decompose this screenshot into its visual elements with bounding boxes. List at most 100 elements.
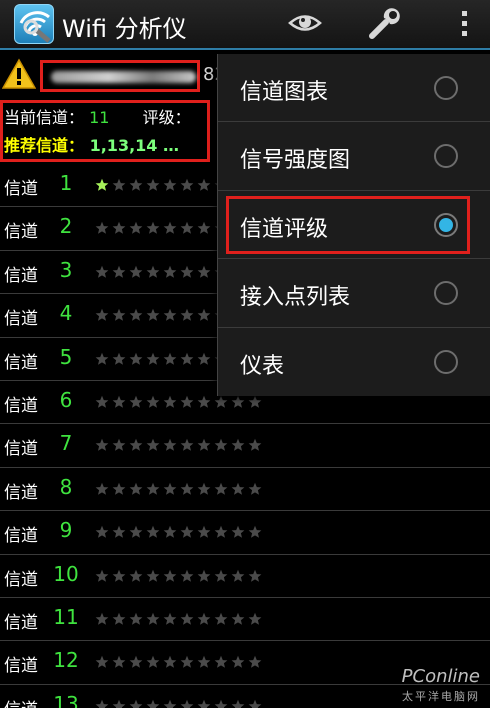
radio-button[interactable]	[434, 349, 458, 374]
star-icon	[163, 264, 177, 278]
channel-number: 10	[53, 561, 79, 586]
wifi-app-icon[interactable]	[14, 4, 54, 44]
current-channel-value: 11	[89, 108, 110, 127]
channel-rating-stars	[95, 524, 265, 540]
star-icon	[95, 264, 109, 278]
star-icon	[146, 437, 160, 452]
channel-rating-stars	[95, 568, 265, 584]
channel-number: 13	[53, 691, 79, 708]
channel-row[interactable]: 信道 11	[0, 598, 490, 642]
star-icon	[112, 568, 126, 582]
radio-button[interactable]	[434, 144, 458, 169]
star-icon	[180, 351, 194, 365]
star-icon	[112, 437, 126, 452]
channel-number: 4	[59, 301, 73, 326]
star-icon	[231, 481, 245, 495]
star-icon	[129, 654, 143, 669]
current-channel-line: 当前信道： 11 评级：	[4, 104, 191, 128]
recommended-label: 推荐信道：	[4, 136, 85, 155]
menu-item[interactable]: 仪表	[218, 328, 490, 396]
star-icon	[163, 220, 177, 235]
star-icon	[129, 698, 143, 708]
star-icon	[248, 394, 262, 408]
overflow-menu-icon	[462, 11, 467, 36]
channel-row[interactable]: 信道 9	[0, 511, 490, 555]
star-icon	[95, 394, 109, 408]
star-icon	[163, 307, 177, 321]
star-icon	[180, 307, 194, 321]
channel-row[interactable]: 信道 8	[0, 468, 490, 512]
channel-number: 5	[59, 344, 73, 369]
star-icon	[197, 351, 211, 365]
radio-button[interactable]	[434, 281, 458, 306]
star-icon	[180, 481, 194, 495]
menu-item[interactable]: 接入点列表	[218, 259, 490, 328]
channel-label: 信道	[4, 179, 38, 199]
star-icon	[129, 177, 143, 191]
menu-item[interactable]: 信道评级	[218, 191, 490, 260]
channel-row[interactable]: 信道 7	[0, 424, 490, 468]
overflow-menu-button[interactable]	[444, 6, 484, 42]
channel-row[interactable]: 信道 10	[0, 555, 490, 598]
star-icon	[129, 394, 143, 408]
star-icon	[197, 264, 211, 278]
star-icon	[231, 568, 245, 582]
channel-number: 3	[59, 257, 73, 282]
star-icon	[231, 524, 245, 538]
channel-label: 信道	[4, 352, 38, 373]
star-icon	[214, 524, 228, 538]
menu-item[interactable]: 信道图表	[218, 54, 490, 123]
star-icon	[95, 654, 109, 669]
star-icon	[180, 698, 194, 708]
star-icon	[146, 307, 160, 321]
star-icon	[95, 177, 109, 191]
star-icon	[231, 611, 245, 625]
menu-item-label: 信道图表	[240, 80, 329, 105]
star-icon	[197, 307, 211, 321]
star-icon	[231, 437, 245, 452]
menu-item[interactable]: 信号强度图	[218, 122, 490, 191]
channel-label: 信道	[4, 482, 38, 503]
channel-number: 7	[59, 431, 73, 456]
star-icon	[129, 481, 143, 495]
star-icon	[214, 481, 228, 495]
watermark-sub: 太平洋电脑网	[402, 690, 480, 703]
star-icon	[180, 437, 194, 452]
settings-button[interactable]	[364, 6, 404, 42]
star-icon	[197, 568, 211, 582]
star-icon	[146, 264, 160, 278]
star-icon	[197, 654, 211, 669]
star-icon	[129, 524, 143, 538]
wrench-icon	[369, 8, 400, 39]
channel-rating-stars	[95, 654, 265, 670]
channel-rating-stars	[95, 394, 265, 410]
star-icon	[163, 437, 177, 452]
rating-label: 评级：	[142, 108, 191, 127]
radio-selected[interactable]	[434, 212, 458, 237]
star-icon	[112, 351, 126, 365]
view-menu: 信道图表信号强度图 信道评级接入点列表仪表	[217, 54, 490, 396]
channel-number: 12	[53, 648, 79, 673]
star-icon	[248, 524, 262, 538]
star-icon	[180, 264, 194, 278]
star-icon	[146, 351, 160, 365]
channel-label: 信道	[4, 569, 38, 590]
channel-label: 信道	[4, 222, 38, 243]
star-icon	[129, 307, 143, 321]
star-icon	[248, 568, 262, 582]
star-icon	[95, 220, 109, 235]
radio-button[interactable]	[434, 76, 458, 100]
eye-button[interactable]	[285, 6, 325, 42]
star-icon	[180, 220, 194, 235]
star-icon	[180, 394, 194, 408]
channel-number: 2	[59, 214, 73, 239]
eye-icon	[288, 15, 322, 31]
star-icon	[248, 481, 262, 495]
menu-item-label: 接入点列表	[240, 285, 351, 311]
star-icon	[180, 611, 194, 625]
star-icon	[214, 394, 228, 408]
star-icon	[214, 611, 228, 625]
star-icon	[163, 351, 177, 365]
action-bar: Wifi 分析仪	[0, 0, 490, 50]
star-icon	[112, 698, 126, 708]
